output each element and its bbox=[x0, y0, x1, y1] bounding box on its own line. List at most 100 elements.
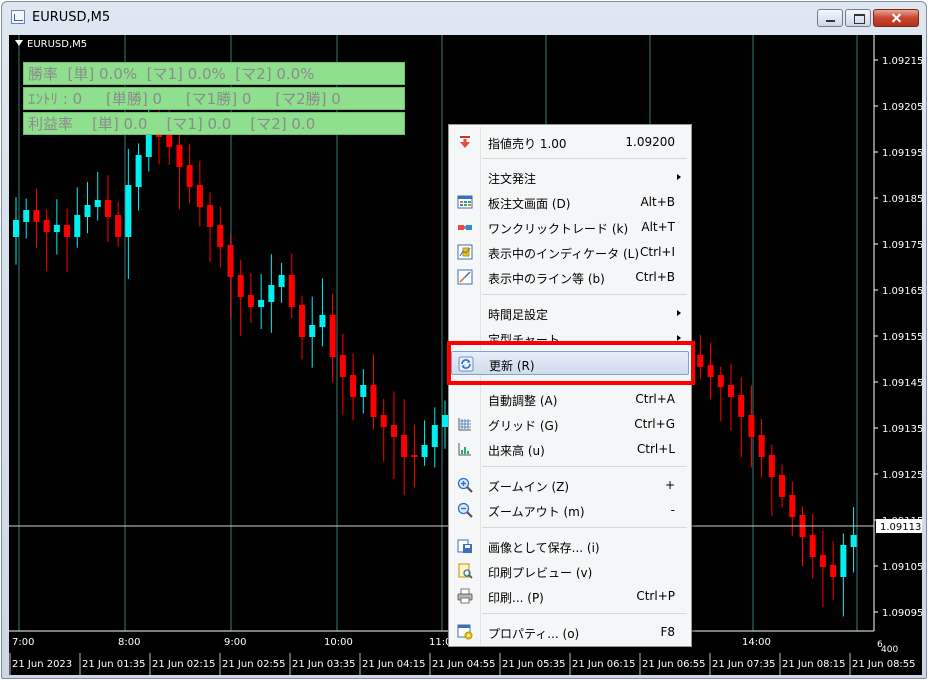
menu-item-price: 1.09200 bbox=[625, 135, 675, 149]
candle-body bbox=[196, 185, 203, 207]
candle-body bbox=[23, 210, 30, 222]
candle-body bbox=[288, 275, 295, 307]
candle-body bbox=[431, 425, 438, 447]
menu-item-grid[interactable]: グリッド (G) Ctrl+G bbox=[451, 412, 689, 436]
candle-body bbox=[247, 295, 254, 307]
candle-body bbox=[697, 355, 704, 367]
save-image-icon bbox=[457, 539, 472, 553]
candle-body bbox=[53, 225, 60, 232]
candle-body bbox=[350, 375, 357, 397]
price-axis-label: 1.09205 bbox=[882, 102, 922, 113]
menu-separator bbox=[482, 158, 687, 159]
menu-item-label: 画像として保存... (i) bbox=[488, 541, 600, 555]
candle-body bbox=[217, 225, 224, 247]
volume-icon bbox=[458, 443, 471, 456]
candle-body bbox=[33, 210, 40, 222]
chart-window-icon bbox=[11, 10, 25, 24]
print-icon bbox=[457, 588, 473, 604]
candle-body bbox=[360, 385, 367, 397]
candle-body bbox=[64, 225, 71, 237]
print-preview-icon bbox=[458, 563, 473, 579]
candle-body bbox=[768, 455, 775, 477]
menu-separator bbox=[482, 613, 687, 614]
candle-body bbox=[309, 325, 316, 337]
candle-body bbox=[104, 200, 111, 217]
menu-item-label: プロパティ... (o) bbox=[488, 627, 580, 641]
time-axis-label: 21 Jun 08:55 bbox=[852, 659, 916, 670]
window-title: EURUSD,M5 bbox=[32, 10, 111, 25]
zoom-out-icon bbox=[457, 502, 473, 518]
time-axis-hour-label: 10:00 bbox=[324, 637, 353, 648]
symbol-label: EURUSD,M5 bbox=[15, 39, 87, 50]
candle-body bbox=[176, 145, 183, 167]
close-button[interactable] bbox=[873, 9, 919, 27]
candle-body bbox=[268, 285, 275, 302]
menu-item-auto-scroll[interactable]: 自動調整 (A) Ctrl+A bbox=[451, 387, 689, 411]
candle-body bbox=[299, 305, 305, 337]
menu-item-shortcut: - bbox=[670, 503, 675, 517]
indicators-icon bbox=[457, 244, 473, 260]
menu-item-label: 表示中のインディケータ (L) bbox=[488, 247, 640, 261]
price-axis-label: 1.09155 bbox=[882, 332, 922, 343]
time-axis-label: 21 Jun 2023 bbox=[12, 659, 72, 670]
candle-body bbox=[237, 275, 244, 297]
time-axis-label: 21 Jun 02:15 bbox=[152, 659, 216, 670]
one-click-trade-icon bbox=[458, 225, 472, 230]
menu-item-timeframe[interactable]: 時間足設定 bbox=[451, 301, 689, 325]
menu-item-label: 印刷... (P) bbox=[488, 591, 544, 605]
menu-item-shortcut: Ctrl+L bbox=[636, 442, 675, 456]
collapse-triangle-icon bbox=[15, 40, 23, 46]
candle-body bbox=[707, 365, 714, 377]
candle-body bbox=[84, 205, 91, 217]
menu-item-print-preview[interactable]: 印刷プレビュー (v) bbox=[451, 559, 689, 583]
time-axis-label: 21 Jun 07:35 bbox=[712, 659, 776, 670]
highlight-annotation-box bbox=[447, 341, 695, 385]
price-axis-label: 1.09125 bbox=[882, 470, 922, 481]
candle-body bbox=[779, 475, 786, 497]
title-bar[interactable]: EURUSD,M5 bbox=[2, 2, 926, 34]
menu-item-zoom-in[interactable]: ズームイン (Z) + bbox=[451, 473, 689, 497]
menu-item-save-image[interactable]: 画像として保存... (i) bbox=[451, 534, 689, 558]
menu-item-label: ズームイン (Z) bbox=[488, 480, 570, 494]
candle-body bbox=[319, 315, 326, 327]
candle-body bbox=[728, 385, 734, 397]
menu-item-lines[interactable]: 表示中のライン等 (b) Ctrl+B bbox=[451, 265, 689, 289]
candle-body bbox=[186, 165, 193, 187]
candle-body bbox=[339, 355, 346, 377]
candle-body bbox=[207, 205, 214, 227]
menu-item-shortcut: F8 bbox=[660, 625, 675, 639]
candle-body bbox=[329, 315, 336, 357]
menu-item-print[interactable]: 印刷... (P) Ctrl+P bbox=[451, 584, 689, 608]
time-axis-hour-label: 14:00 bbox=[742, 637, 771, 648]
menu-item-order-book[interactable]: 板注文画面 (D) Alt+B bbox=[451, 190, 689, 214]
candle-body bbox=[819, 555, 826, 567]
candle-body bbox=[411, 455, 418, 457]
time-axis-hour-label: 8:00 bbox=[118, 637, 140, 648]
candle-body bbox=[717, 375, 724, 387]
time-axis-label: 21 Jun 08:15 bbox=[782, 659, 846, 670]
menu-item-properties[interactable]: プロパティ... (o) F8 bbox=[451, 620, 689, 644]
current-price-label: 1.09113 bbox=[880, 522, 921, 533]
candle-body bbox=[94, 200, 101, 207]
price-axis-label: 1.09165 bbox=[882, 286, 922, 297]
menu-item-sell-limit[interactable]: 指値売り 1.00 1.09200 bbox=[451, 130, 689, 154]
candle-body bbox=[278, 275, 285, 287]
menu-item-label: ズームアウト (m) bbox=[488, 505, 585, 519]
menu-item-volume[interactable]: 出来高 (u) Ctrl+L bbox=[451, 437, 689, 461]
price-axis-label: 1.09135 bbox=[882, 424, 922, 435]
menu-item-label: ワンクリックトレード (k) bbox=[488, 222, 629, 236]
maximize-button[interactable] bbox=[845, 9, 871, 27]
menu-item-zoom-out[interactable]: ズームアウト (m) - bbox=[451, 498, 689, 522]
time-axis-label: 21 Jun 02:55 bbox=[222, 659, 286, 670]
price-axis-label: 1.09175 bbox=[882, 240, 922, 251]
candle-body bbox=[401, 435, 408, 457]
menu-item-shortcut: Ctrl+P bbox=[636, 589, 675, 603]
time-axis-label: 21 Jun 04:15 bbox=[362, 659, 426, 670]
candle-body bbox=[850, 535, 857, 547]
menu-item-new-order[interactable]: 注文発注 bbox=[451, 165, 689, 189]
menu-item-one-click-trade[interactable]: ワンクリックトレード (k) Alt+T bbox=[451, 215, 689, 239]
minimize-button[interactable] bbox=[817, 9, 843, 27]
order-book-icon bbox=[457, 195, 473, 209]
zoom-in-icon bbox=[457, 477, 473, 493]
menu-item-indicators[interactable]: 表示中のインディケータ (L) Ctrl+I bbox=[451, 240, 689, 264]
